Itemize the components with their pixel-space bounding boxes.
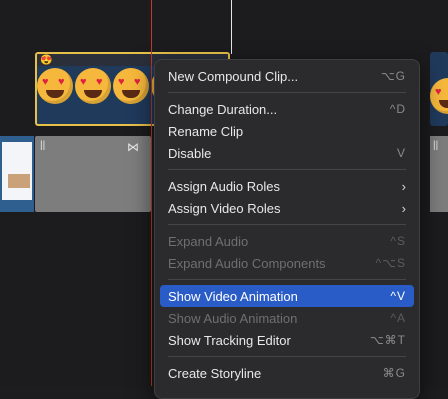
menu-item-expand-audio: Expand Audio ^S — [160, 230, 414, 252]
menu-separator — [168, 92, 406, 93]
menu-item-label: Rename Clip — [168, 123, 244, 139]
menu-item-shortcut: ⌘G — [382, 366, 406, 380]
primary-clip-left[interactable] — [0, 136, 34, 212]
menu-separator — [168, 169, 406, 170]
menu-separator — [168, 224, 406, 225]
pause-icon: || — [433, 140, 439, 151]
menu-item-show-video-animation[interactable]: Show Video Animation ^V — [160, 285, 414, 307]
menu-item-assign-audio-roles[interactable]: Assign Audio Roles › — [160, 175, 414, 197]
transition-icon: ⋈ — [127, 140, 139, 154]
menu-item-label: Create Storyline — [168, 365, 262, 381]
menu-item-create-storyline[interactable]: Create Storyline ⌘G — [160, 362, 414, 384]
playhead[interactable] — [151, 0, 152, 386]
heart-eyes-emoji: ♥♥ — [37, 68, 73, 104]
menu-item-label: Disable — [168, 145, 212, 161]
menu-item-shortcut: ^A — [390, 311, 406, 325]
menu-item-rename-clip[interactable]: Rename Clip — [160, 120, 414, 142]
menu-item-label: Change Duration... — [168, 101, 278, 117]
menu-item-shortcut: ^V — [390, 289, 406, 303]
menu-item-show-tracking-editor[interactable]: Show Tracking Editor ⌥⌘T — [160, 329, 414, 351]
menu-item-expand-audio-components: Expand Audio Components ^⌥S — [160, 252, 414, 274]
menu-item-new-compound-clip[interactable]: New Compound Clip... ⌥G — [160, 65, 414, 87]
submenu-arrow-icon: › — [401, 178, 406, 194]
menu-item-label: Show Tracking Editor — [168, 332, 291, 348]
menu-item-shortcut: V — [396, 146, 406, 160]
menu-item-show-audio-animation: Show Audio Animation ^A — [160, 307, 414, 329]
menu-item-shortcut: ⌥⌘T — [369, 333, 406, 347]
menu-item-label: New Compound Clip... — [168, 68, 299, 84]
menu-item-shortcut: ⌥G — [380, 69, 406, 83]
menu-separator — [168, 279, 406, 280]
menu-item-label: Expand Audio — [168, 233, 249, 249]
heart-eyes-emoji: ♥♥ — [75, 68, 111, 104]
menu-item-label: Assign Audio Roles — [168, 178, 281, 194]
heart-eyes-emoji: ♥♥ — [113, 68, 149, 104]
skimmer-line — [231, 0, 232, 54]
menu-item-shortcut: ^⌥S — [375, 256, 406, 270]
menu-item-change-duration[interactable]: Change Duration... ^D — [160, 98, 414, 120]
menu-item-disable[interactable]: Disable V — [160, 142, 414, 164]
heart-eyes-emoji: ♥♥ — [430, 78, 448, 114]
clip-emoji-badge: 😍 — [40, 55, 53, 66]
menu-item-shortcut: ^D — [389, 102, 406, 116]
menu-item-label: Show Audio Animation — [168, 310, 298, 326]
clip-right-connected[interactable]: ♥♥ — [430, 52, 448, 126]
primary-clip-gap[interactable]: || ⋈ — [35, 136, 151, 212]
menu-item-label: Show Video Animation — [168, 288, 298, 304]
menu-item-label: Assign Video Roles — [168, 200, 281, 216]
context-menu: New Compound Clip... ⌥G Change Duration...… — [154, 59, 420, 399]
menu-separator — [168, 356, 406, 357]
clip-thumbnail — [2, 142, 32, 200]
menu-item-assign-video-roles[interactable]: Assign Video Roles › — [160, 197, 414, 219]
menu-item-label: Expand Audio Components — [168, 255, 326, 271]
submenu-arrow-icon: › — [401, 200, 406, 216]
pause-icon: || — [40, 140, 46, 151]
menu-item-shortcut: ^S — [390, 234, 406, 248]
primary-clip-right[interactable]: || — [430, 136, 448, 212]
